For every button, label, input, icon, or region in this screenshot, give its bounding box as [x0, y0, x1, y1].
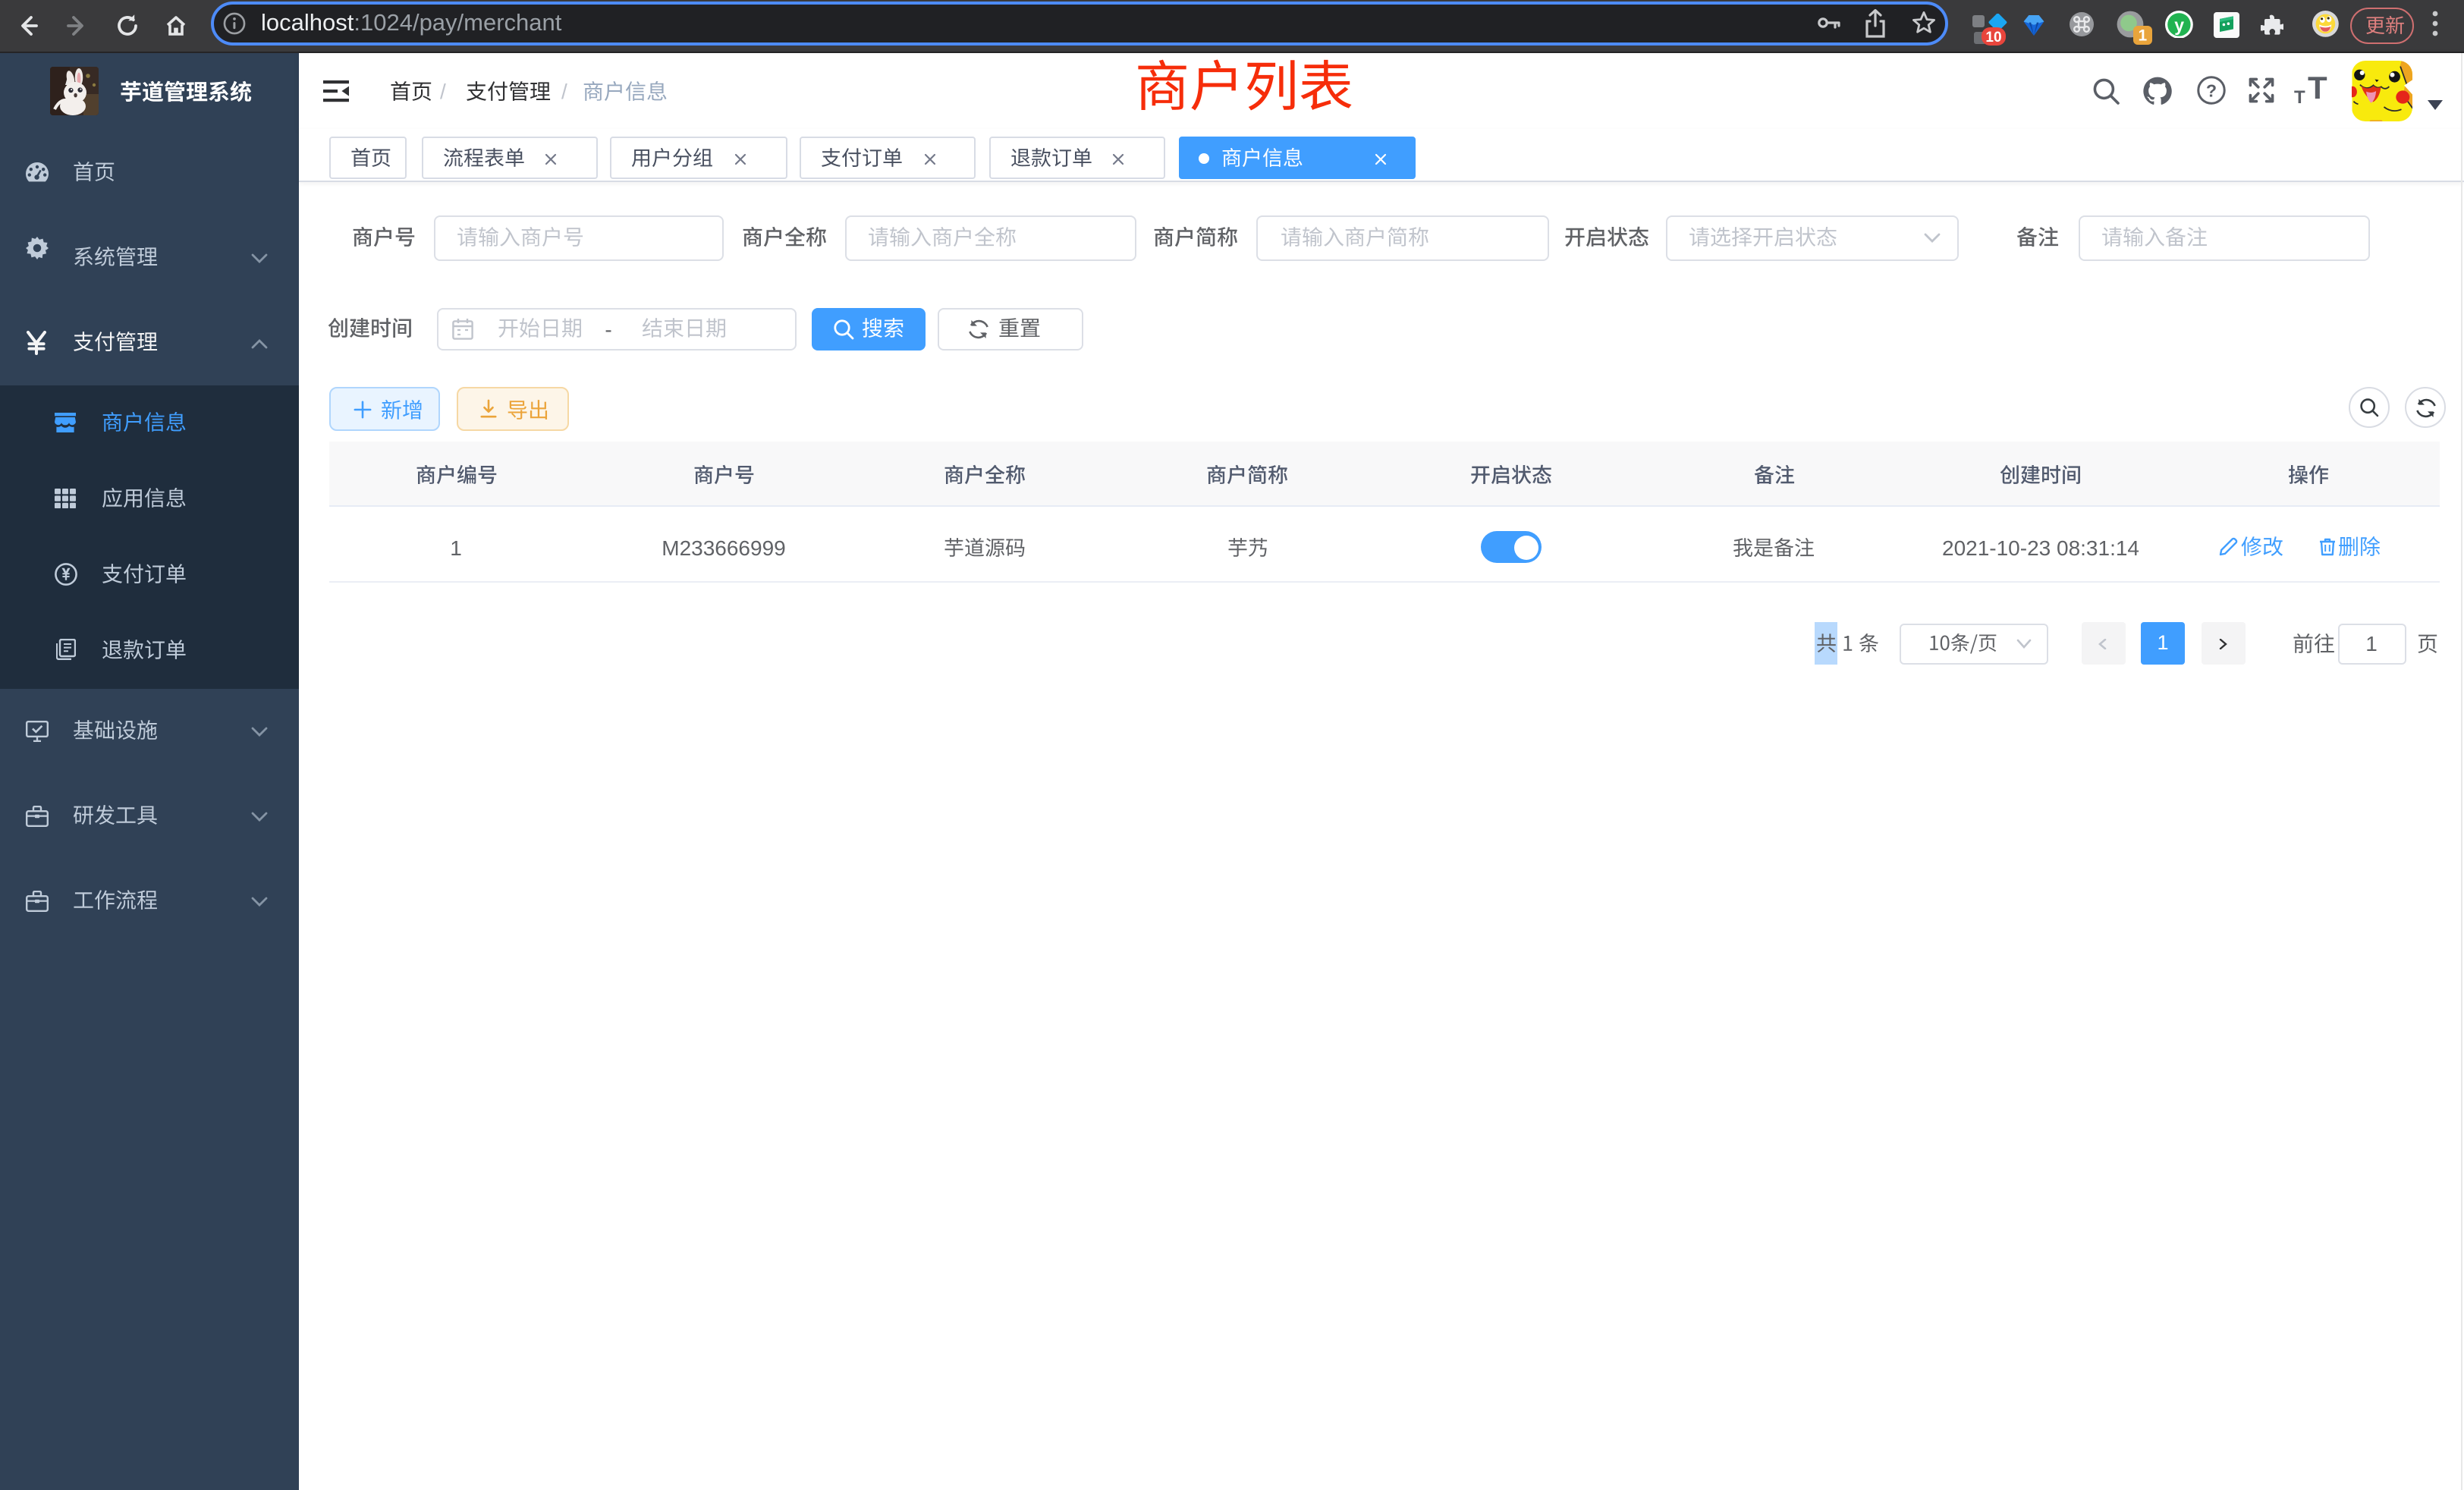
- svg-text:10: 10: [1985, 30, 2001, 46]
- svg-text:?: ?: [2206, 80, 2217, 100]
- svg-text:1: 1: [2139, 27, 2148, 45]
- svg-text:y: y: [2174, 14, 2184, 34]
